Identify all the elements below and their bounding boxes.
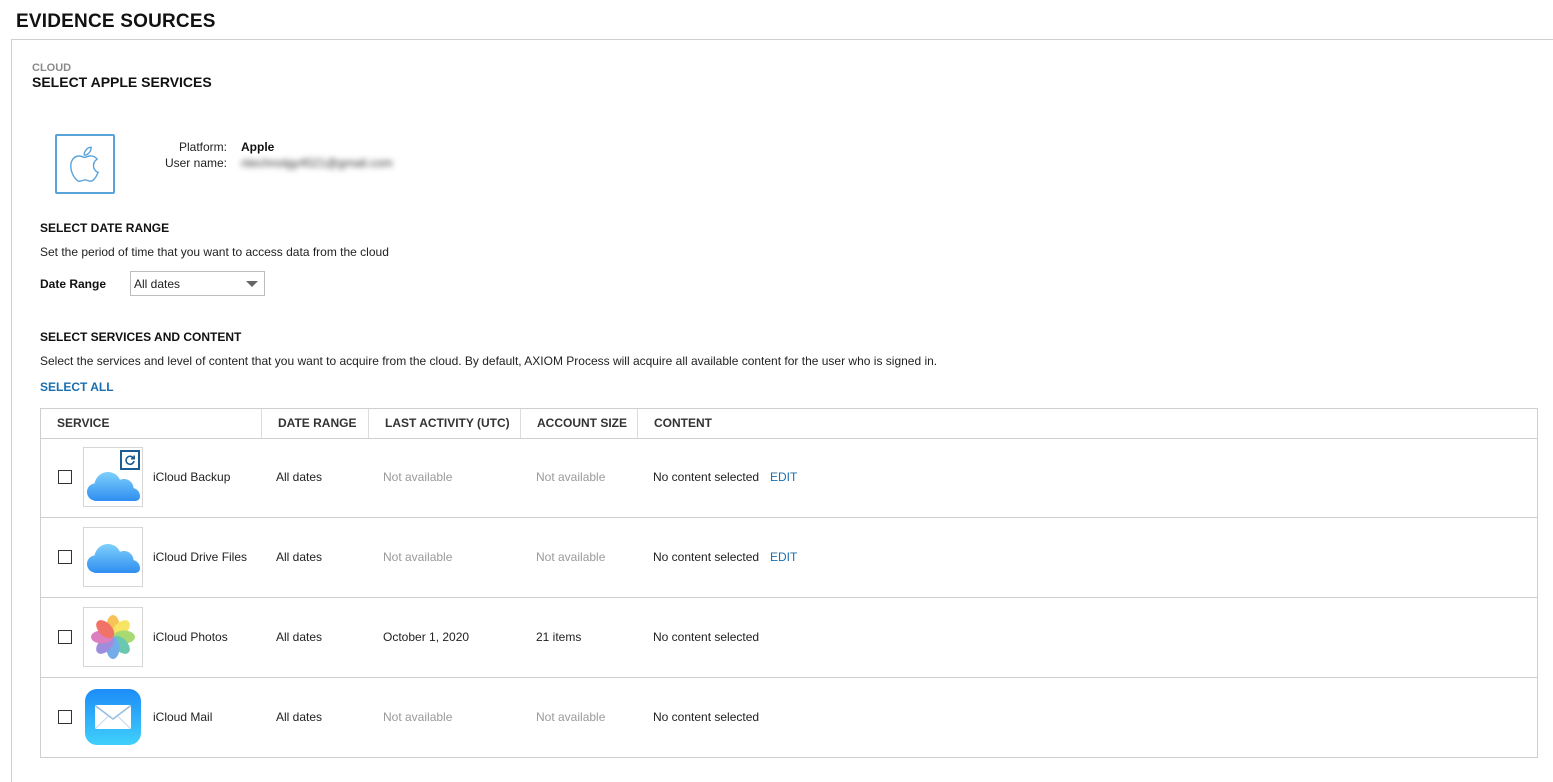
icloud-backup-icon — [83, 447, 143, 507]
breadcrumb: CLOUD — [32, 62, 72, 74]
service-content: No content selected — [653, 470, 760, 484]
service-date-range: All dates — [276, 710, 323, 724]
service-name: iCloud Mail — [153, 710, 213, 724]
services-description: Select the services and level of content… — [40, 354, 938, 368]
service-last-activity: Not available — [383, 470, 453, 484]
table-row[interactable]: iCloud Photos All dates October 1, 2020 … — [41, 598, 1537, 678]
platform-label: Platform: — [178, 140, 227, 154]
column-header-account-size[interactable]: ACCOUNT SIZE — [521, 409, 638, 438]
service-account-size: Not available — [536, 470, 606, 484]
service-account-size: 21 items — [536, 630, 582, 644]
platform-value: Apple — [241, 140, 275, 154]
date-range-heading: SELECT DATE RANGE — [40, 221, 170, 235]
row-checkbox[interactable] — [58, 630, 72, 644]
table-header: SERVICE DATE RANGE LAST ACTIVITY (UTC) A… — [41, 409, 1537, 439]
photos-icon — [83, 607, 143, 667]
date-range-dropdown[interactable]: All dates — [130, 271, 265, 296]
table-row[interactable]: iCloud Mail All dates Not available Not … — [41, 678, 1537, 758]
service-account-size: Not available — [536, 710, 606, 724]
column-header-last-activity[interactable]: LAST ACTIVITY (UTC) — [369, 409, 521, 438]
page-title: EVIDENCE SOURCES — [16, 11, 216, 32]
select-all-link[interactable]: SELECT ALL — [40, 380, 114, 394]
column-header-date-range[interactable]: DATE RANGE — [262, 409, 369, 438]
row-checkbox[interactable] — [58, 710, 72, 724]
date-range-description: Set the period of time that you want to … — [40, 245, 389, 259]
column-header-content[interactable]: CONTENT — [638, 409, 838, 438]
service-date-range: All dates — [276, 550, 323, 564]
service-content: No content selected — [653, 550, 760, 564]
service-account-size: Not available — [536, 550, 606, 564]
row-checkbox[interactable] — [58, 550, 72, 564]
service-date-range: All dates — [276, 470, 323, 484]
username-label: User name: — [164, 156, 227, 170]
service-name: iCloud Backup — [153, 470, 231, 484]
date-range-label: Date Range — [40, 277, 107, 291]
row-checkbox[interactable] — [58, 470, 72, 484]
column-header-service[interactable]: SERVICE — [41, 409, 262, 438]
icloud-drive-icon — [83, 527, 143, 587]
edit-link[interactable]: EDIT — [770, 470, 797, 484]
apple-logo-icon — [55, 134, 115, 194]
chevron-down-icon — [246, 281, 258, 287]
service-content: No content selected — [653, 630, 760, 644]
edit-link[interactable]: EDIT — [770, 550, 797, 564]
service-name: iCloud Drive Files — [153, 550, 248, 564]
service-content: No content selected — [653, 710, 760, 724]
username-value: ntechnolgy4521@gmail.com — [241, 156, 393, 170]
services-table: SERVICE DATE RANGE LAST ACTIVITY (UTC) A… — [40, 408, 1538, 758]
table-row[interactable]: iCloud Backup All dates Not available No… — [41, 438, 1537, 518]
mail-icon — [83, 687, 143, 747]
refresh-icon — [120, 450, 140, 470]
table-row[interactable]: iCloud Drive Files All dates Not availab… — [41, 518, 1537, 598]
service-last-activity: October 1, 2020 — [383, 630, 470, 644]
service-date-range: All dates — [276, 630, 323, 644]
section-heading: SELECT APPLE SERVICES — [32, 74, 212, 90]
service-name: iCloud Photos — [153, 630, 228, 644]
service-last-activity: Not available — [383, 550, 453, 564]
date-range-selected: All dates — [134, 277, 181, 291]
services-heading: SELECT SERVICES AND CONTENT — [40, 330, 242, 344]
service-last-activity: Not available — [383, 710, 453, 724]
